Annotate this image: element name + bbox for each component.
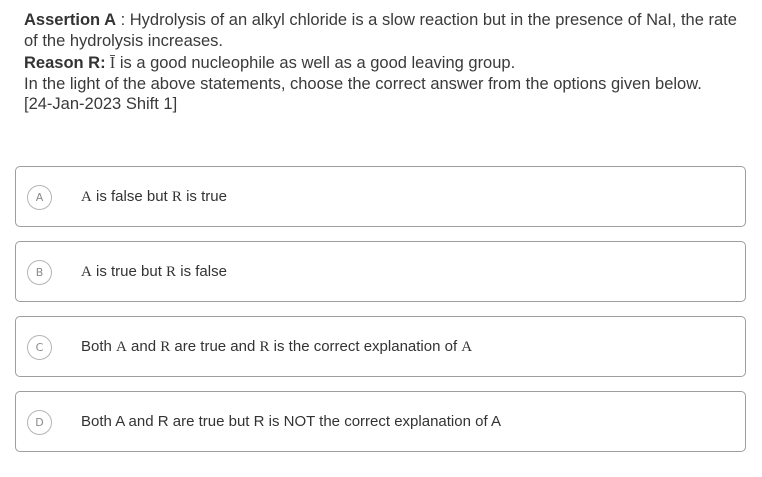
assertion-statement: Assertion A : Hydrolysis of an alkyl chl…: [24, 10, 739, 51]
option-b[interactable]: B A is true but R is false: [15, 241, 746, 302]
option-d-letter: D: [27, 410, 52, 435]
option-a-label: A is false but R is true: [81, 188, 227, 205]
option-d-label: Both A and R are true but R is NOT the c…: [81, 413, 501, 430]
iodide-ion: Ī: [105, 53, 116, 72]
option-c-label: Both A and R are true and R is the corre…: [81, 338, 473, 355]
option-c[interactable]: C Both A and R are true and R is the cor…: [15, 316, 746, 377]
option-d[interactable]: D Both A and R are true but R is NOT the…: [15, 391, 746, 452]
option-a-letter: A: [27, 185, 52, 210]
option-b-label: A is true but R is false: [81, 263, 227, 280]
reason-text: is a good nucleophile as well as a good …: [115, 54, 516, 72]
assertion-text: Hydrolysis of an alkyl chloride is a slo…: [24, 11, 737, 50]
question-text: Assertion A : Hydrolysis of an alkyl chl…: [24, 10, 739, 115]
reason-statement: Reason R: Ī is a good nucleophile as we…: [24, 53, 739, 74]
option-c-letter: C: [27, 335, 52, 360]
option-a[interactable]: A A is false but R is true: [15, 166, 746, 227]
option-b-letter: B: [27, 260, 52, 285]
reason-label: Reason R:: [24, 54, 106, 72]
instruction-text: In the light of the above statements, ch…: [24, 74, 702, 93]
assertion-label: Assertion A: [24, 11, 116, 29]
exam-reference: [24-Jan-2023 Shift 1]: [24, 95, 178, 113]
assertion-separator: :: [116, 11, 130, 29]
